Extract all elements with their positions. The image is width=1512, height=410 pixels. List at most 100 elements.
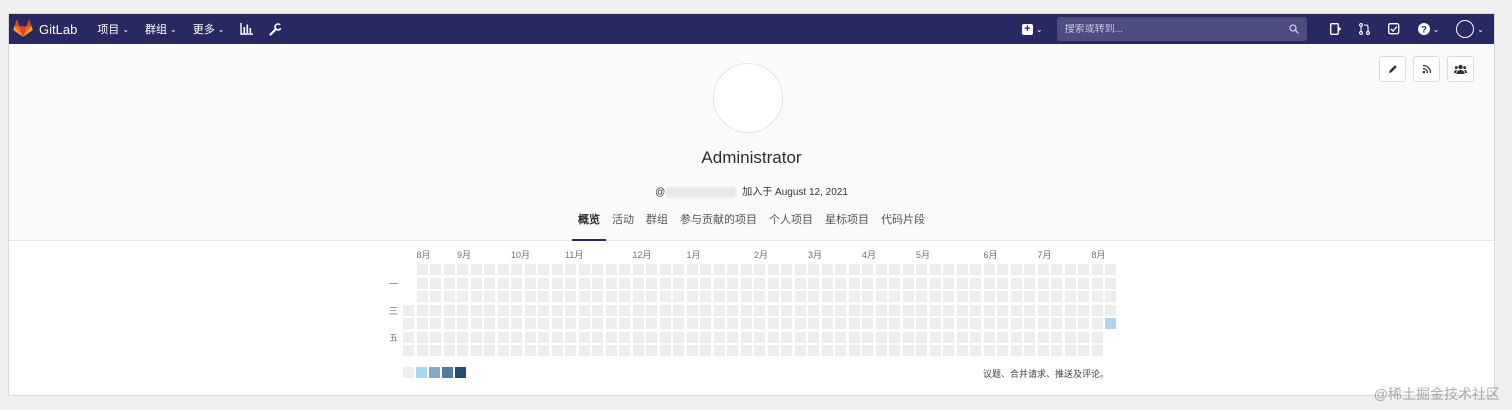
calendar-day-cell[interactable] xyxy=(578,318,590,329)
calendar-day-cell[interactable] xyxy=(862,318,873,329)
calendar-day-cell[interactable] xyxy=(443,277,455,289)
calendar-day-cell[interactable] xyxy=(605,264,617,275)
calendar-day-cell[interactable] xyxy=(997,277,1008,289)
calendar-day-cell[interactable] xyxy=(767,318,779,329)
calendar-day-cell[interactable] xyxy=(551,291,563,302)
calendar-day-cell[interactable] xyxy=(484,331,495,343)
calendar-day-cell[interactable] xyxy=(781,345,792,356)
calendar-day-cell[interactable] xyxy=(1051,264,1062,275)
calendar-day-cell[interactable] xyxy=(430,331,441,343)
calendar-day-cell[interactable] xyxy=(565,291,576,302)
calendar-day-cell[interactable] xyxy=(848,345,860,356)
issues-todo-icon[interactable] xyxy=(1329,23,1341,35)
calendar-day-cell[interactable] xyxy=(983,345,995,356)
calendar-day-cell[interactable] xyxy=(808,291,819,302)
calendar-day-cell[interactable] xyxy=(754,291,765,302)
calendar-day-cell[interactable] xyxy=(1078,345,1089,356)
calendar-day-cell[interactable] xyxy=(1037,291,1049,302)
calendar-day-cell[interactable] xyxy=(1024,264,1035,275)
calendar-day-cell[interactable] xyxy=(1091,277,1103,289)
calendar-day-cell[interactable] xyxy=(524,345,536,356)
calendar-day-cell[interactable] xyxy=(673,304,684,316)
calendar-day-cell[interactable] xyxy=(1051,291,1062,302)
calendar-day-cell[interactable] xyxy=(592,331,603,343)
merge-requests-icon[interactable] xyxy=(1358,23,1370,35)
calendar-day-cell[interactable] xyxy=(646,331,657,343)
help-dropdown[interactable]: ? ⌄ xyxy=(1417,23,1439,35)
calendar-day-cell[interactable] xyxy=(592,304,603,316)
calendar-day-cell[interactable] xyxy=(1051,304,1062,316)
calendar-day-cell[interactable] xyxy=(970,331,981,343)
calendar-day-cell[interactable] xyxy=(929,345,941,356)
calendar-day-cell[interactable] xyxy=(538,345,549,356)
calendar-day-cell[interactable] xyxy=(457,331,468,343)
calendar-day-cell[interactable] xyxy=(754,318,765,329)
calendar-day-cell[interactable] xyxy=(416,345,428,356)
calendar-day-cell[interactable] xyxy=(970,304,981,316)
calendar-day-cell[interactable] xyxy=(1105,318,1116,329)
calendar-day-cell[interactable] xyxy=(700,345,711,356)
calendar-day-cell[interactable] xyxy=(889,318,900,329)
calendar-day-cell[interactable] xyxy=(484,345,495,356)
calendar-day-cell[interactable] xyxy=(1064,331,1076,343)
calendar-day-cell[interactable] xyxy=(470,291,482,302)
calendar-day-cell[interactable] xyxy=(538,277,549,289)
calendar-day-cell[interactable] xyxy=(983,304,995,316)
calendar-day-cell[interactable] xyxy=(929,304,941,316)
calendar-day-cell[interactable] xyxy=(767,291,779,302)
calendar-day-cell[interactable] xyxy=(1010,304,1022,316)
calendar-day-cell[interactable] xyxy=(1037,318,1049,329)
calendar-day-cell[interactable] xyxy=(403,318,414,329)
calendar-day-cell[interactable] xyxy=(538,291,549,302)
calendar-day-cell[interactable] xyxy=(727,318,738,329)
calendar-day-cell[interactable] xyxy=(835,264,846,275)
calendar-day-cell[interactable] xyxy=(1064,318,1076,329)
calendar-day-cell[interactable] xyxy=(1037,331,1049,343)
calendar-day-cell[interactable] xyxy=(1091,264,1103,275)
calendar-day-cell[interactable] xyxy=(700,277,711,289)
calendar-day-cell[interactable] xyxy=(1010,291,1022,302)
calendar-day-cell[interactable] xyxy=(578,277,590,289)
calendar-day-cell[interactable] xyxy=(781,277,792,289)
calendar-day-cell[interactable] xyxy=(1091,304,1103,316)
calendar-day-cell[interactable] xyxy=(565,277,576,289)
calendar-day-cell[interactable] xyxy=(929,331,941,343)
calendar-day-cell[interactable] xyxy=(1091,291,1103,302)
calendar-day-cell[interactable] xyxy=(497,277,509,289)
calendar-day-cell[interactable] xyxy=(997,304,1008,316)
calendar-day-cell[interactable] xyxy=(551,304,563,316)
calendar-day-cell[interactable] xyxy=(997,291,1008,302)
calendar-day-cell[interactable] xyxy=(619,318,630,329)
calendar-day-cell[interactable] xyxy=(821,318,833,329)
calendar-day-cell[interactable] xyxy=(565,264,576,275)
calendar-day-cell[interactable] xyxy=(1078,318,1089,329)
calendar-day-cell[interactable] xyxy=(497,345,509,356)
calendar-day-cell[interactable] xyxy=(1010,318,1022,329)
calendar-day-cell[interactable] xyxy=(430,304,441,316)
calendar-day-cell[interactable] xyxy=(902,291,914,302)
calendar-day-cell[interactable] xyxy=(821,304,833,316)
calendar-day-cell[interactable] xyxy=(956,304,968,316)
calendar-day-cell[interactable] xyxy=(646,291,657,302)
calendar-day-cell[interactable] xyxy=(848,291,860,302)
calendar-day-cell[interactable] xyxy=(632,318,644,329)
calendar-day-cell[interactable] xyxy=(1024,331,1035,343)
calendar-day-cell[interactable] xyxy=(875,331,887,343)
calendar-day-cell[interactable] xyxy=(781,304,792,316)
calendar-day-cell[interactable] xyxy=(862,331,873,343)
user-menu-button[interactable]: ⌄ xyxy=(1456,20,1484,38)
calendar-day-cell[interactable] xyxy=(956,291,968,302)
calendar-day-cell[interactable] xyxy=(619,304,630,316)
calendar-day-cell[interactable] xyxy=(686,277,698,289)
new-dropdown-button[interactable]: + ⌄ xyxy=(1021,23,1043,35)
calendar-day-cell[interactable] xyxy=(875,264,887,275)
calendar-day-cell[interactable] xyxy=(484,277,495,289)
admin-users-button[interactable] xyxy=(1447,56,1474,82)
calendar-day-cell[interactable] xyxy=(997,318,1008,329)
calendar-day-cell[interactable] xyxy=(565,345,576,356)
calendar-day-cell[interactable] xyxy=(1024,345,1035,356)
calendar-day-cell[interactable] xyxy=(943,277,954,289)
calendar-day-cell[interactable] xyxy=(619,291,630,302)
calendar-day-cell[interactable] xyxy=(781,291,792,302)
calendar-day-cell[interactable] xyxy=(578,291,590,302)
